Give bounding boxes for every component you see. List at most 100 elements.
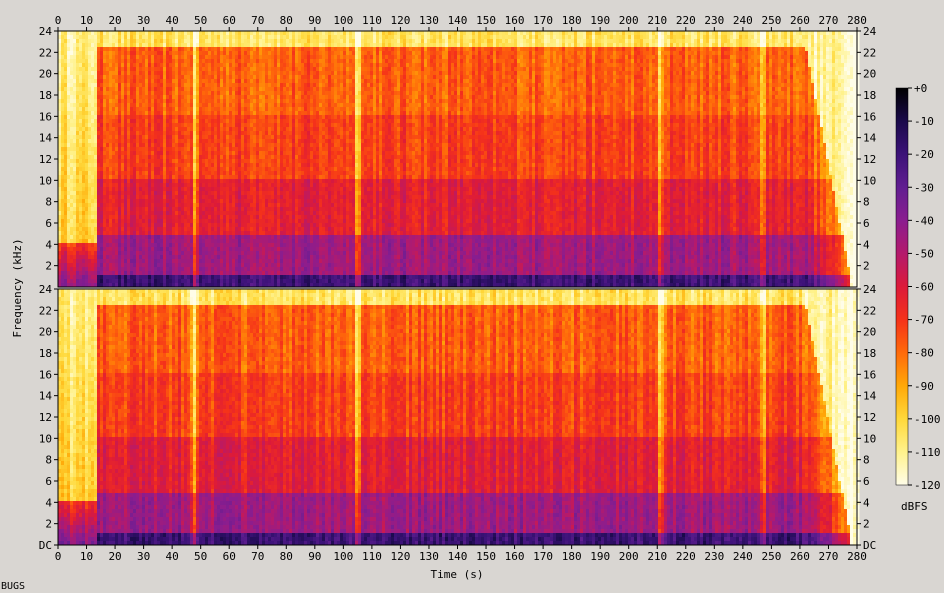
spectrogram-cell xyxy=(70,195,74,200)
spectrogram-cell xyxy=(76,91,80,96)
spectrogram-cell xyxy=(61,31,65,36)
spectrogram-cell xyxy=(112,123,116,128)
spectrogram-cell xyxy=(64,95,68,100)
spectrogram-cell xyxy=(67,103,71,108)
spectrogram-cell xyxy=(85,55,89,60)
spectrogram-cell xyxy=(97,227,101,232)
spectrogram-cell xyxy=(109,155,113,160)
spectrogram-cell xyxy=(67,119,71,124)
spectrogram-cell xyxy=(88,211,92,216)
spectrogram-cell xyxy=(85,127,89,132)
spectrogram-cell xyxy=(58,223,62,228)
spectrogram-cell xyxy=(85,39,89,44)
spectrogram-cell xyxy=(115,51,119,56)
spectrogram-cell xyxy=(73,271,77,276)
spectrogram-cell xyxy=(103,63,107,68)
spectrogram-cell xyxy=(106,75,110,80)
spectrogram-cell xyxy=(73,131,77,136)
spectrogram-cell xyxy=(97,147,101,152)
spectrogram-cell xyxy=(70,135,74,140)
spectrogram-cell xyxy=(70,139,74,144)
spectrogram-cell xyxy=(115,155,119,160)
spectrogram-cell xyxy=(79,147,83,152)
spectrogram-cell xyxy=(58,191,62,196)
spectrogram-cell xyxy=(106,179,110,184)
spectrogram-cell xyxy=(79,187,83,192)
spectrogram-cell xyxy=(109,215,113,220)
spectrogram-cell xyxy=(109,131,113,136)
channel-1-spectrogram xyxy=(58,31,860,288)
spectrogram-cell xyxy=(79,231,83,236)
spectrogram-cell xyxy=(100,255,104,260)
spectrogram-cell xyxy=(58,199,62,204)
spectrogram-cell xyxy=(67,31,71,36)
spectrogram-cell xyxy=(79,143,83,148)
spectrogram-cell xyxy=(109,95,113,100)
spectrogram-cell xyxy=(82,231,86,236)
spectrogram-cell xyxy=(82,171,86,176)
spectrogram-cell xyxy=(64,31,68,36)
spectrogram-cell xyxy=(76,151,80,156)
spectrogram-cell xyxy=(103,135,107,140)
spectrogram-cell xyxy=(64,67,68,72)
spectrogram-cell xyxy=(73,223,77,228)
spectrogram-cell xyxy=(73,215,77,220)
spectrogram-cell xyxy=(115,175,119,180)
spectrogram-cell xyxy=(112,271,116,276)
spectrogram-cell xyxy=(106,143,110,148)
spectrogram-cell xyxy=(109,99,113,104)
spectrogram-cell xyxy=(97,223,101,228)
spectrogram-cell xyxy=(79,179,83,184)
spectrogram-cell xyxy=(94,79,98,84)
spectrogram-cell xyxy=(115,55,119,60)
spectrogram-cell xyxy=(112,175,116,180)
spectrogram-cell xyxy=(61,223,65,228)
spectrogram-cell xyxy=(106,71,110,76)
spectrogram-cell xyxy=(88,223,92,228)
spectrogram-cell xyxy=(115,143,119,148)
spectrogram-cell xyxy=(109,123,113,128)
spectrogram-cell xyxy=(79,247,83,252)
spectrogram-cell xyxy=(85,51,89,56)
spectrogram-cell xyxy=(100,271,104,276)
spectrogram-cell xyxy=(97,151,101,156)
spectrogram-cell xyxy=(79,263,83,268)
spectrogram-cell xyxy=(97,31,101,36)
spectrogram-cell xyxy=(85,183,89,188)
spectrogram-cell xyxy=(82,247,86,252)
spectrogram-cell xyxy=(70,267,74,272)
spectrogram-cell xyxy=(79,91,83,96)
spectrogram-cell xyxy=(94,103,98,108)
spectrogram-cell xyxy=(76,223,80,228)
spectrogram-cell xyxy=(94,47,98,52)
spectrogram-cell xyxy=(58,247,62,252)
spectrogram-cell xyxy=(109,151,113,156)
spectrogram-cell xyxy=(88,91,92,96)
spectrogram-cell xyxy=(67,139,71,144)
spectrogram-cell xyxy=(100,215,104,220)
spectrogram-cell xyxy=(79,131,83,136)
spectrogram-cell xyxy=(79,155,83,160)
spectrogram-cell xyxy=(118,51,122,56)
spectrogram-cell xyxy=(94,115,98,120)
spectrogram-cell xyxy=(85,131,89,136)
spectrogram-cell xyxy=(70,211,74,216)
spectrogram-cell xyxy=(82,139,86,144)
spectrogram-cell xyxy=(88,47,92,52)
spectrogram-cell xyxy=(103,31,107,36)
spectrogram-cell xyxy=(106,207,110,212)
spectrogram-cell xyxy=(61,251,65,256)
spectrogram-cell xyxy=(115,91,119,96)
spectrogram-cell xyxy=(79,199,83,204)
spectrogram-cell xyxy=(58,203,62,208)
spectrogram-cell xyxy=(88,195,92,200)
spectrogram-cell xyxy=(103,99,107,104)
spectrogram-cell xyxy=(79,215,83,220)
spectrogram-cell xyxy=(94,163,98,168)
spectrogram-cell xyxy=(112,251,116,256)
spectrogram-cell xyxy=(94,243,98,248)
spectrogram-cell xyxy=(58,151,62,156)
spectrogram-cell xyxy=(70,95,74,100)
spectrogram-cell xyxy=(76,127,80,132)
spectrogram-cell xyxy=(109,167,113,172)
